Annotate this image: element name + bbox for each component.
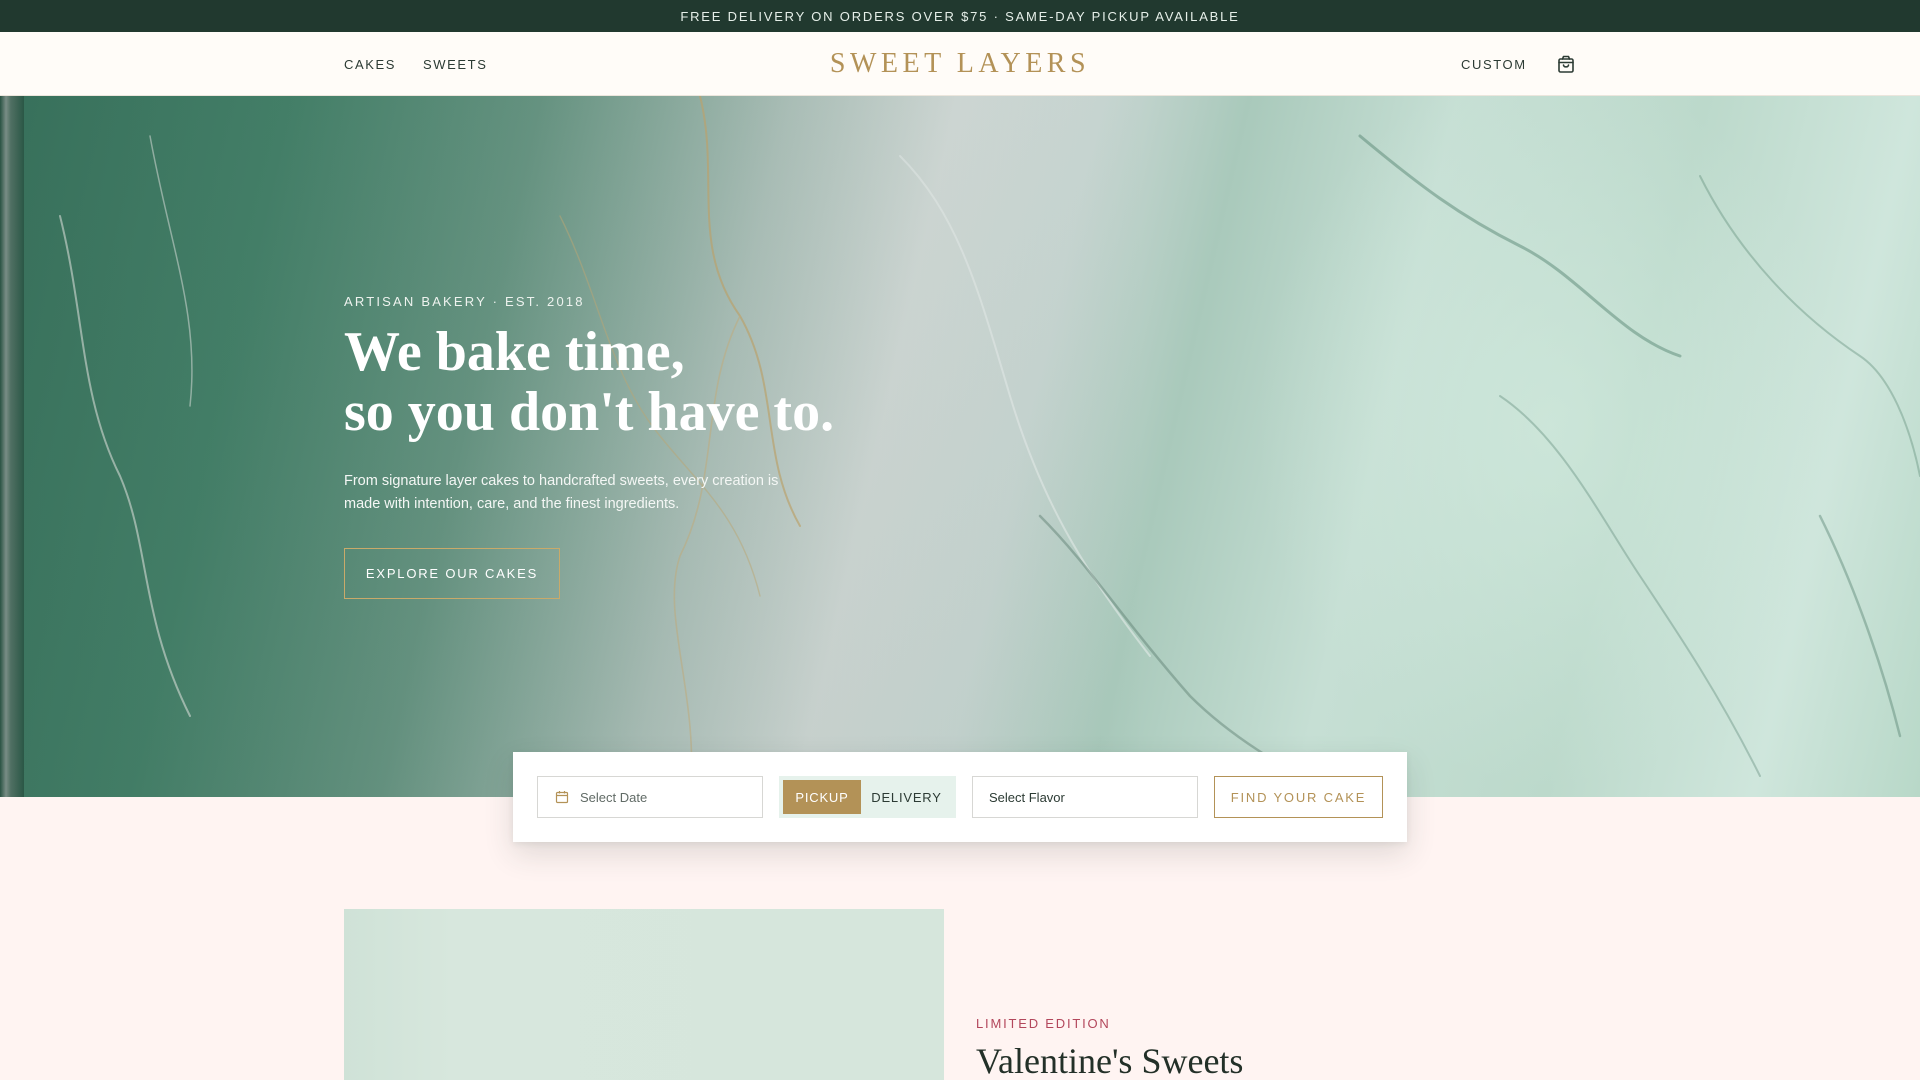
hero-headline-line-2: so you don't have to. [344, 381, 835, 443]
announcement-text: FREE DELIVERY ON ORDERS OVER $75 · SAME-… [680, 8, 1240, 24]
nav-cakes[interactable]: CAKES [344, 32, 396, 96]
hero-overlay [0, 96, 1920, 797]
hero-headline: We bake time, so you don't have to. [344, 322, 834, 442]
logo-container: SWEET LAYERS [0, 32, 1920, 96]
announcement-bar: FREE DELIVERY ON ORDERS OVER $75 · SAME-… [0, 0, 1920, 32]
flavor-select[interactable]: Select Flavor [972, 776, 1198, 818]
promo-eyebrow: LIMITED EDITION [976, 1016, 1111, 1031]
nav-sweets[interactable]: SWEETS [423, 32, 488, 96]
fulfillment-toggle: PICKUP DELIVERY [779, 776, 956, 818]
promo-title: Valentine's Sweets [976, 1041, 1244, 1080]
calendar-icon [555, 790, 569, 804]
hero-eyebrow: ARTISAN BAKERY · EST. 2018 [344, 294, 585, 309]
hero-section: ARTISAN BAKERY · EST. 2018 We bake time,… [0, 96, 1920, 797]
explore-cakes-button[interactable]: EXPLORE OUR CAKES [344, 548, 560, 599]
delivery-option[interactable]: DELIVERY [861, 780, 952, 814]
find-cake-button[interactable]: FIND YOUR CAKE [1214, 776, 1383, 818]
hero-headline-line-1: We bake time, [344, 321, 685, 383]
site-logo[interactable]: SWEET LAYERS [830, 48, 1090, 80]
date-picker-field[interactable]: Select Date [537, 776, 763, 818]
promo-image [344, 909, 944, 1080]
pickup-option[interactable]: PICKUP [783, 780, 861, 814]
site-header: CAKES SWEETS SWEET LAYERS CUSTOM [0, 32, 1920, 96]
shopping-bag-icon[interactable] [1554, 52, 1578, 76]
nav-custom[interactable]: CUSTOM [1461, 32, 1527, 96]
cake-finder-bar: Select Date PICKUP DELIVERY Select Flavo… [513, 752, 1407, 842]
hero-subtext: From signature layer cakes to handcrafte… [344, 473, 779, 512]
date-placeholder: Select Date [580, 789, 648, 805]
